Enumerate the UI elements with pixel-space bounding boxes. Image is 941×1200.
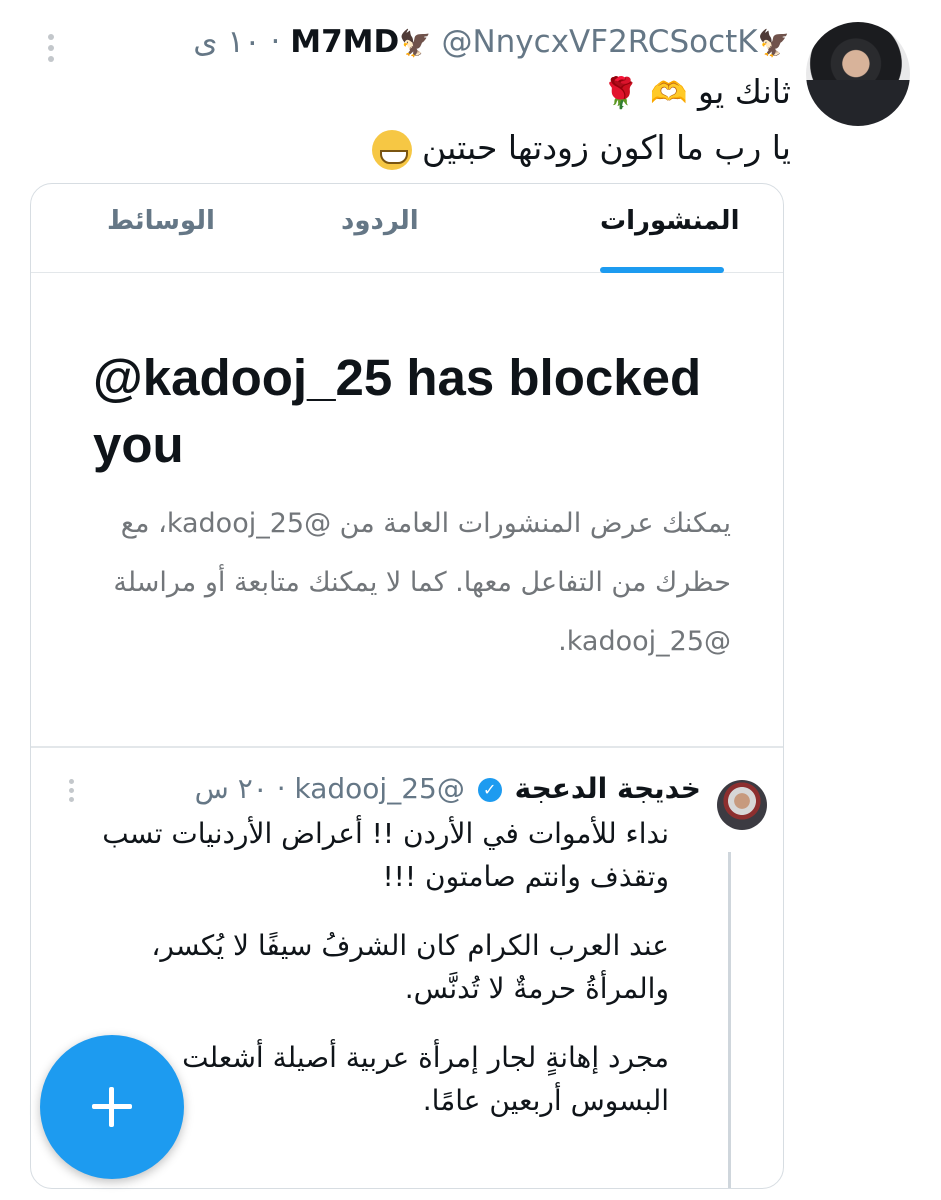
avatar[interactable]: [806, 22, 910, 126]
more-options-icon[interactable]: [44, 34, 58, 68]
rose-icon: 🌹: [602, 76, 640, 111]
compose-button[interactable]: [40, 1035, 184, 1179]
inner-handle[interactable]: @kadooj_25: [295, 772, 465, 805]
more-options-icon[interactable]: [64, 779, 78, 809]
tweet-line-2-text: يا رب ما اكون زودتها حبتين: [422, 128, 791, 167]
inner-author-name[interactable]: خديجة الدعجة: [515, 772, 701, 805]
separator-dot: ·: [270, 24, 281, 60]
inner-timestamp[interactable]: ٢٠ س: [195, 772, 268, 805]
eagle-emoji-icon: 🦅: [399, 29, 432, 59]
verified-badge-icon: ✓: [477, 778, 502, 802]
thread-connector-line: [728, 852, 731, 1188]
inner-tweet-header: خديجة الدعجة ✓ @kadooj_25 · ٢٠ س: [151, 772, 701, 805]
outer-author-name[interactable]: M7MD: [290, 24, 399, 60]
outer-tweet-header: 🦅M7MD🦅 @NnycxVF2RCSoctK · ١٠ ى: [120, 24, 790, 68]
embedded-profile-card: المنشورات الردود الوسائط @kadooj_25 has …: [30, 183, 784, 1189]
separator-dot: ·: [276, 772, 286, 805]
profile-tabs: المنشورات الردود الوسائط: [31, 184, 783, 273]
heart-hands-icon: 🫶: [650, 76, 688, 111]
outer-timestamp[interactable]: ١٠ ى: [193, 24, 260, 60]
avatar[interactable]: [717, 772, 767, 852]
active-tab-indicator: [600, 267, 724, 273]
grinning-face-icon: [371, 129, 412, 170]
eagle-emoji-icon: 🦅: [757, 29, 790, 59]
blocked-title: @kadooj_25 has blocked you: [93, 349, 702, 473]
divider: [31, 746, 783, 748]
tweet-paragraph: نداء للأموات في الأردن !! أعراض الأردنيا…: [102, 817, 669, 893]
tab-media[interactable]: الوسائط: [107, 206, 215, 236]
tweet-text-line-1: ثانك يو 🫶 🌹: [602, 72, 791, 111]
tweet-line-1-text: ثانك يو: [698, 72, 791, 111]
blocked-description: يمكنك عرض المنشورات العامة من @kadooj_25…: [113, 508, 731, 657]
tweet-text-line-2: يا رب ما اكون زودتها حبتين: [371, 128, 791, 170]
tweet-paragraph: عند العرب الكرام كان الشرفُ سيفًا لا يُك…: [151, 929, 669, 1005]
outer-handle[interactable]: @NnycxVF2RCSoctK: [441, 24, 757, 60]
tab-posts[interactable]: المنشورات: [600, 206, 739, 236]
tab-replies[interactable]: الردود: [341, 206, 419, 236]
